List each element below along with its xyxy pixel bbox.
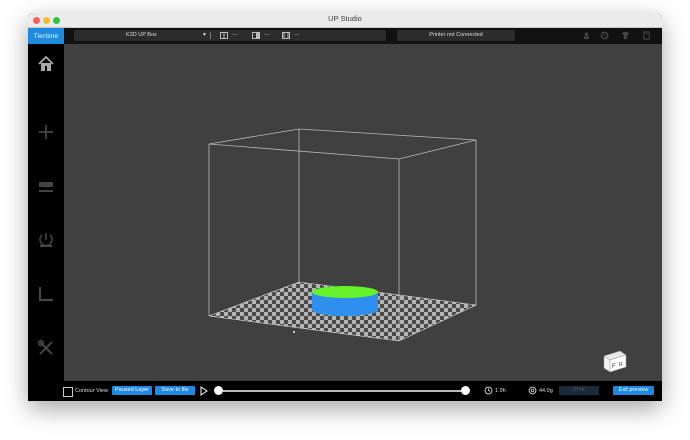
play-icon[interactable] — [200, 386, 208, 396]
book-icon[interactable] — [642, 31, 651, 40]
contour-view-checkbox[interactable] — [63, 387, 73, 397]
dimension-x-value: --- — [232, 32, 238, 38]
app-window: UP Studio Tiertime K3D UP Box ▼ --- --- … — [28, 13, 662, 401]
dimension-x-icon — [220, 32, 228, 39]
dimension-y-value: --- — [264, 32, 270, 38]
build-volume-scene[interactable]: F R — [64, 44, 662, 381]
paused-layer-button[interactable]: Paused Layer — [112, 386, 152, 395]
3d-viewport[interactable]: F R — [64, 44, 662, 381]
settings-icon[interactable] — [600, 31, 609, 40]
window-title: UP Studio — [328, 14, 362, 23]
weight-estimate: 44.0g — [539, 388, 553, 394]
view-cube-front-label: F — [612, 364, 616, 370]
exit-preview-button[interactable]: Exit preview — [613, 386, 654, 395]
tiertime-logo: Tiertime — [28, 28, 64, 45]
divider — [210, 32, 211, 39]
printer-status-button[interactable]: Printer not Connected — [397, 30, 515, 41]
print-button[interactable]: Print — [559, 386, 599, 395]
calibrate-icon[interactable] — [37, 231, 55, 249]
dimension-y-icon — [252, 32, 260, 39]
contour-view-label: Contour View — [75, 388, 108, 394]
clock-icon — [484, 386, 493, 395]
print-icon[interactable] — [37, 177, 55, 195]
view-cube-right-label: R — [619, 362, 623, 368]
sidebar — [28, 44, 64, 381]
layer-slider-start-handle[interactable] — [214, 386, 223, 395]
dimension-z-icon — [282, 32, 290, 39]
account-icon[interactable] — [582, 31, 591, 40]
add-icon[interactable] — [37, 123, 55, 141]
preview-bar: Contour View Paused Layer Save to file 1… — [28, 381, 662, 401]
tools-icon[interactable] — [37, 339, 55, 357]
layer-slider-end-handle[interactable] — [461, 386, 470, 395]
view-cube[interactable]: F R — [603, 350, 627, 373]
layer-slider-track[interactable] — [216, 390, 466, 392]
levels-icon[interactable] — [37, 285, 55, 303]
home-icon[interactable] — [37, 55, 55, 73]
printer-name: K3D UP Box — [126, 32, 157, 38]
title-bar: UP Studio — [28, 13, 662, 28]
shirt-icon[interactable] — [621, 31, 630, 40]
dimension-z-value: --- — [294, 32, 300, 38]
printer-selector[interactable]: K3D UP Box ▼ --- --- --- — [74, 30, 386, 41]
origin-marker — [293, 331, 295, 333]
cylinder-model[interactable] — [312, 286, 378, 316]
chevron-down-icon[interactable]: ▼ — [202, 30, 207, 41]
save-to-file-button[interactable]: Save to file — [155, 386, 195, 395]
time-estimate: 1.9h — [495, 388, 506, 394]
material-icon — [528, 386, 537, 395]
